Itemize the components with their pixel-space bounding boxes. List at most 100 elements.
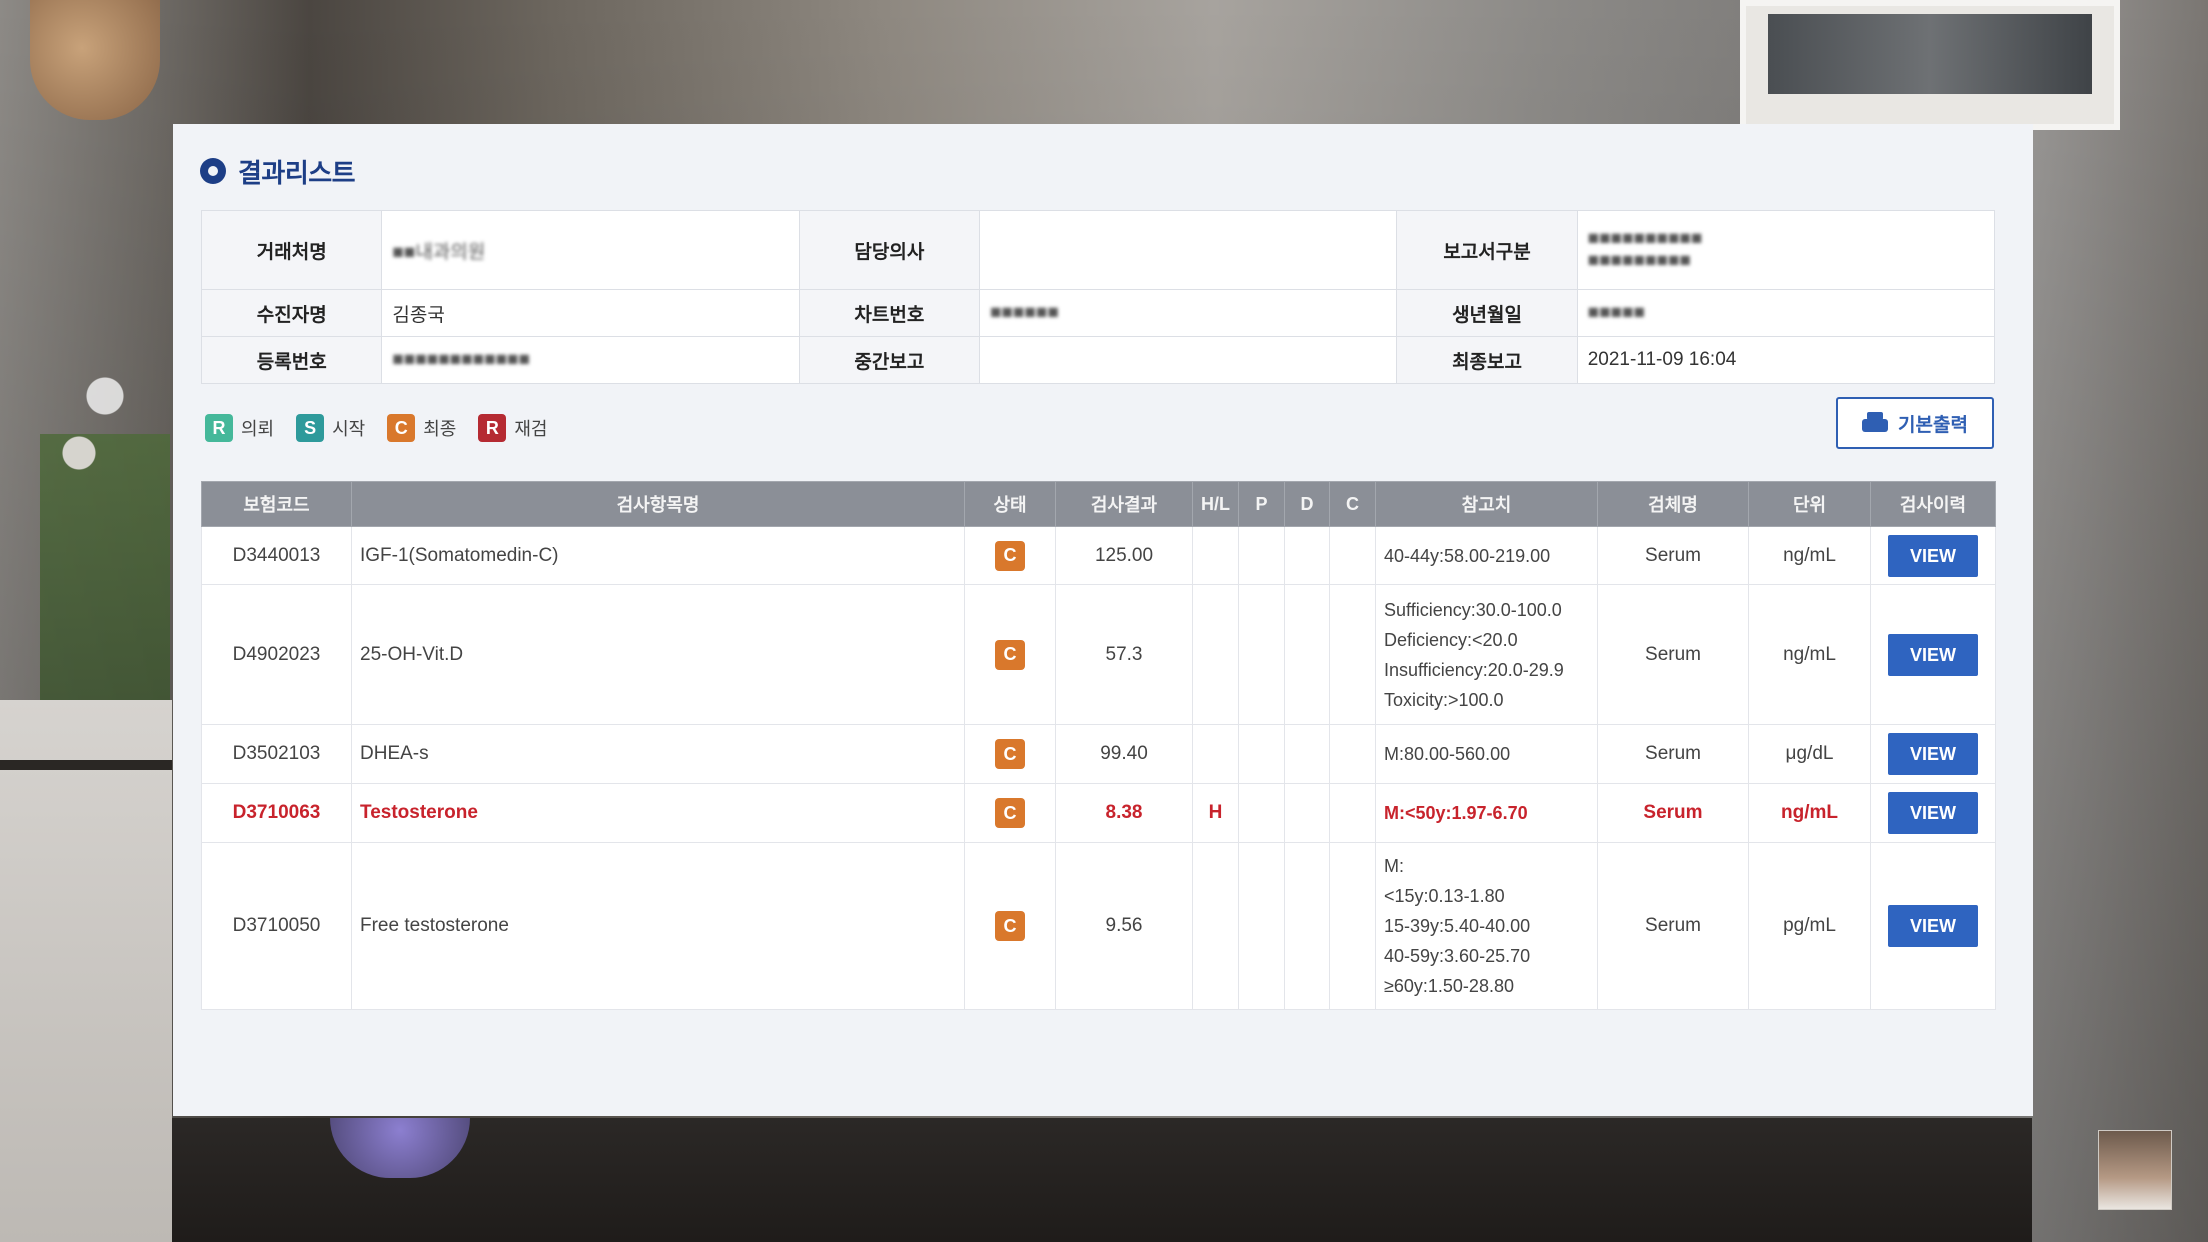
cell-specimen: Serum (1597, 584, 1749, 725)
report-type-label: 보고서구분 (1396, 210, 1578, 290)
cell-status: C (964, 783, 1056, 843)
background-picture-frame (1740, 0, 2120, 130)
status-badge: C (995, 639, 1025, 670)
cell-test-name: DHEA-s (351, 724, 965, 784)
print-button-label: 기본출력 (1898, 414, 1968, 436)
view-button[interactable]: VIEW (1888, 905, 1978, 947)
panel-title: 결과리스트 (238, 157, 356, 188)
cell-code: D3710063 (201, 783, 352, 843)
cell-history: VIEW (1870, 526, 1996, 585)
client-value: ■■내과의원 (381, 210, 800, 290)
reference-line: M:<50y:1.97-6.70 (1384, 803, 1528, 823)
reference-line: Insufficiency:20.0-29.9 (1384, 659, 1564, 680)
cell-unit: pg/mL (1748, 842, 1871, 1010)
cell-result: 99.40 (1055, 724, 1193, 784)
birth-date-value: ■■■■■ (1576, 289, 1996, 337)
cell-result: 125.00 (1055, 526, 1193, 585)
birth-date-label: 생년월일 (1396, 289, 1578, 337)
view-button[interactable]: VIEW (1888, 633, 1978, 676)
cell-status: C (964, 526, 1056, 585)
view-button[interactable]: VIEW (1888, 534, 1978, 577)
cell-c (1329, 724, 1376, 784)
cell-p (1238, 584, 1285, 725)
interim-report-value (979, 336, 1398, 384)
col-header-result: 검사결과 (1055, 481, 1193, 527)
cell-unit: ng/mL (1748, 584, 1871, 725)
chart-number-label: 차트번호 (798, 289, 981, 337)
status-badge: C (995, 739, 1025, 769)
report-type-line-1: ■■■■■■■■■■ (1587, 228, 1703, 249)
info-row: 등록번호 ■■■■■■■■■■■■ 중간보고 최종보고 2021-11-09 1… (200, 336, 1996, 384)
cell-status: C (964, 842, 1056, 1010)
background-vase (30, 0, 160, 120)
status-badge: C (995, 798, 1025, 828)
cell-reference: M:80.00-560.00 (1375, 724, 1598, 784)
cell-test-name: 25-OH-Vit.D (351, 584, 965, 725)
printer-icon (1862, 412, 1889, 434)
cell-history: VIEW (1870, 783, 1996, 843)
cell-reference: M: <15y:0.13-1.80 15-39y:5.40-40.00 40-5… (1375, 842, 1598, 1010)
status-badge: C (995, 540, 1025, 571)
cell-result: 57.3 (1055, 584, 1193, 725)
col-header-reference: 참고치 (1375, 481, 1598, 527)
cell-code: D3440013 (201, 526, 352, 585)
reference-line: Deficiency:<20.0 (1384, 629, 1518, 650)
client-label: 거래처명 (200, 210, 383, 290)
cell-d (1284, 584, 1330, 725)
cell-unit: ng/mL (1748, 526, 1871, 585)
cell-unit: ng/mL (1748, 783, 1871, 843)
legend-item-final: C 최종 (387, 414, 456, 442)
legend-chip-start: S (296, 414, 325, 442)
print-button[interactable]: 기본출력 (1836, 397, 1994, 449)
patient-label: 수진자명 (200, 289, 383, 337)
cell-result: 9.56 (1055, 842, 1193, 1010)
results-header-row: 보험코드 검사항목명 상태 검사결과 H/L P D C 참고치 검체명 단위 … (201, 481, 1996, 527)
final-report-label: 최종보고 (1396, 336, 1578, 384)
cell-history: VIEW (1870, 842, 1996, 1010)
background-shelf (0, 700, 172, 1242)
status-badge: C (995, 911, 1025, 941)
results-table: 보험코드 검사항목명 상태 검사결과 H/L P D C 참고치 검체명 단위 … (201, 481, 1996, 1010)
cell-hl (1192, 526, 1239, 585)
cell-test-name: Testosterone (351, 783, 965, 843)
legend-item-retest: R 재검 (478, 414, 548, 442)
cell-d (1284, 526, 1330, 585)
reference-line: Toxicity:>100.0 (1384, 689, 1504, 710)
reference-line: ≥60y:1.50-28.80 (1384, 976, 1514, 996)
legend-chip-retest: R (478, 414, 507, 442)
reference-line: M: (1384, 856, 1404, 876)
cell-reference: 40-44y:58.00-219.00 (1375, 526, 1598, 585)
col-header-d: D (1284, 481, 1330, 527)
cell-status: C (964, 724, 1056, 784)
info-row: 거래처명 ■■내과의원 담당의사 보고서구분 ■■■■■■■■■■ ■■■■■■… (200, 210, 1996, 290)
results-panel: 결과리스트 거래처명 ■■내과의원 담당의사 보고서구분 ■■■■■■■■■■ … (173, 124, 2033, 1116)
panel-header: 결과리스트 (200, 154, 356, 188)
col-header-code: 보험코드 (201, 481, 352, 527)
reference-line: 40-59y:3.60-25.70 (1384, 946, 1531, 966)
legend-chip-request: R (205, 414, 233, 442)
cell-code: D4902023 (201, 584, 352, 725)
view-button[interactable]: VIEW (1888, 733, 1978, 775)
interim-report-label: 중간보고 (798, 336, 981, 384)
col-header-test-name: 검사항목명 (351, 481, 965, 527)
background-plant (40, 320, 170, 700)
cell-p (1238, 842, 1285, 1010)
doctor-label: 담당의사 (798, 210, 981, 290)
cell-specimen: Serum (1597, 724, 1749, 784)
cell-test-name: Free testosterone (351, 842, 965, 1010)
cell-history: VIEW (1870, 584, 1996, 725)
col-header-p: P (1238, 481, 1285, 527)
cell-specimen: Serum (1597, 783, 1749, 843)
cell-d (1284, 724, 1330, 784)
cell-d (1284, 783, 1330, 843)
table-row: D4902023 25-OH-Vit.D C 57.3 Sufficiency:… (201, 584, 1996, 725)
view-button[interactable]: VIEW (1888, 792, 1978, 834)
presenter-thumbnail (2098, 1130, 2172, 1210)
cell-hl (1192, 584, 1239, 725)
cell-p (1238, 526, 1285, 585)
cell-hl: H (1192, 783, 1239, 843)
legend-label-retest: 재검 (514, 419, 548, 439)
cell-c (1329, 526, 1376, 585)
doctor-value (979, 210, 1398, 290)
cell-history: VIEW (1870, 724, 1996, 784)
